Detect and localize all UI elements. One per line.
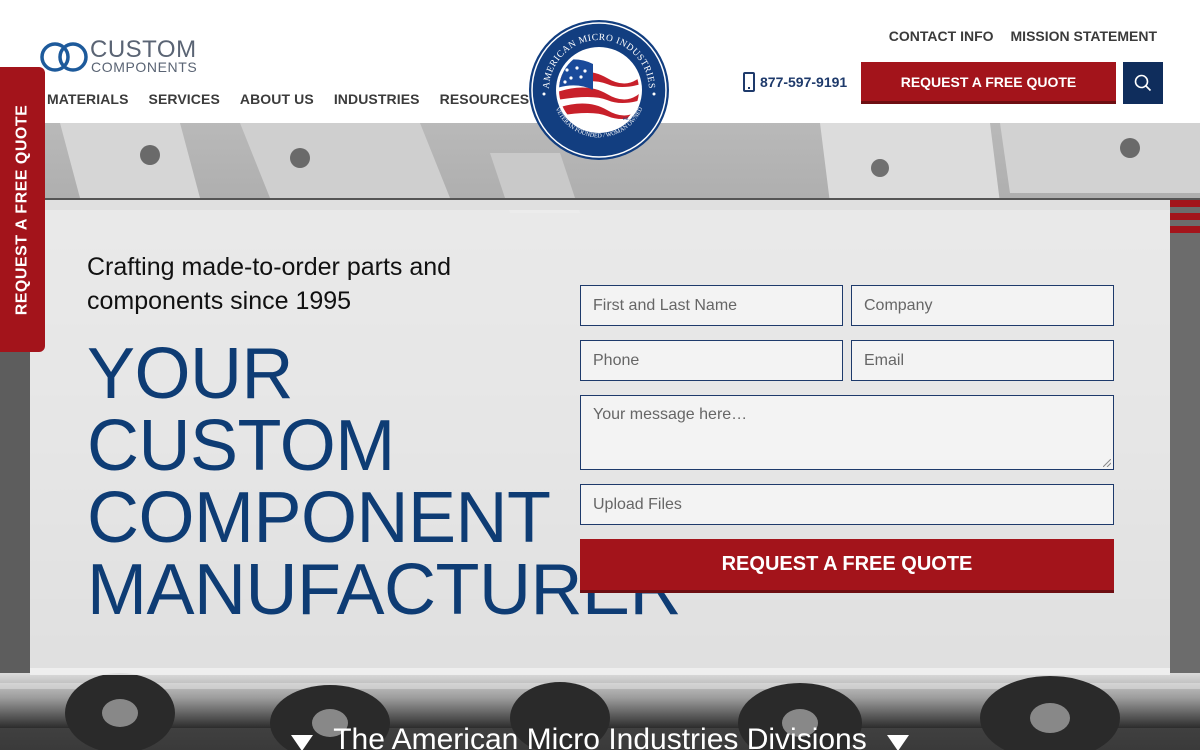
nav-resources[interactable]: RESOURCES — [440, 91, 530, 107]
divisions-title: The American Micro Industries Divisions — [333, 723, 867, 750]
utility-nav: CONTACT INFO MISSION STATEMENT — [889, 28, 1157, 44]
nav-materials[interactable]: MATERIALS — [47, 91, 129, 107]
message-placeholder: Your message here… — [593, 406, 748, 423]
logo-text-components: COMPONENTS — [91, 59, 198, 75]
side-quote-tab[interactable]: REQUEST A FREE QUOTE — [0, 67, 45, 352]
form-submit-button[interactable]: REQUEST A FREE QUOTE — [580, 539, 1114, 593]
company-field[interactable]: Company — [851, 285, 1114, 326]
phone-link[interactable]: 877-597-9191 — [743, 72, 847, 92]
american-micro-industries-seal[interactable]: AMERICAN MICRO INDUSTRIES VETERAN FOUNDE… — [527, 18, 672, 163]
resize-handle-icon[interactable] — [1103, 459, 1111, 467]
contact-info-link[interactable]: CONTACT INFO — [889, 28, 994, 44]
hero-tagline: Crafting made-to-order parts and compone… — [87, 253, 452, 315]
search-icon — [1134, 74, 1152, 92]
side-quote-tab-label: REQUEST A FREE QUOTE — [13, 104, 31, 315]
custom-components-logo[interactable]: CUSTOM COMPONENTS — [40, 38, 200, 78]
phone-icon — [743, 72, 755, 92]
upload-files-field[interactable]: Upload Files — [580, 484, 1114, 525]
phone-field[interactable]: Phone — [580, 340, 843, 381]
email-field[interactable]: Email — [851, 340, 1114, 381]
logo-rings-icon — [40, 42, 88, 72]
divisions-toggle[interactable]: The American Micro Industries Divisions — [0, 720, 1200, 750]
message-textarea[interactable]: Your message here… — [580, 395, 1114, 470]
nav-services[interactable]: SERVICES — [149, 91, 220, 107]
nav-industries[interactable]: INDUSTRIES — [334, 91, 420, 107]
seal-est-text: est. 1995 — [623, 117, 642, 122]
mission-statement-link[interactable]: MISSION STATEMENT — [1011, 28, 1157, 44]
caret-down-icon — [291, 735, 314, 750]
caret-down-icon — [886, 735, 909, 750]
main-nav: MATERIALS SERVICES ABOUT US INDUSTRIES R… — [47, 91, 529, 107]
phone-number: 877-597-9191 — [760, 74, 848, 90]
header-quote-button[interactable]: REQUEST A FREE QUOTE — [861, 62, 1116, 104]
search-button[interactable] — [1123, 62, 1163, 104]
name-field[interactable]: First and Last Name — [580, 285, 843, 326]
menu-toggle-icon[interactable] — [1170, 200, 1200, 245]
nav-about-us[interactable]: ABOUT US — [240, 91, 314, 107]
